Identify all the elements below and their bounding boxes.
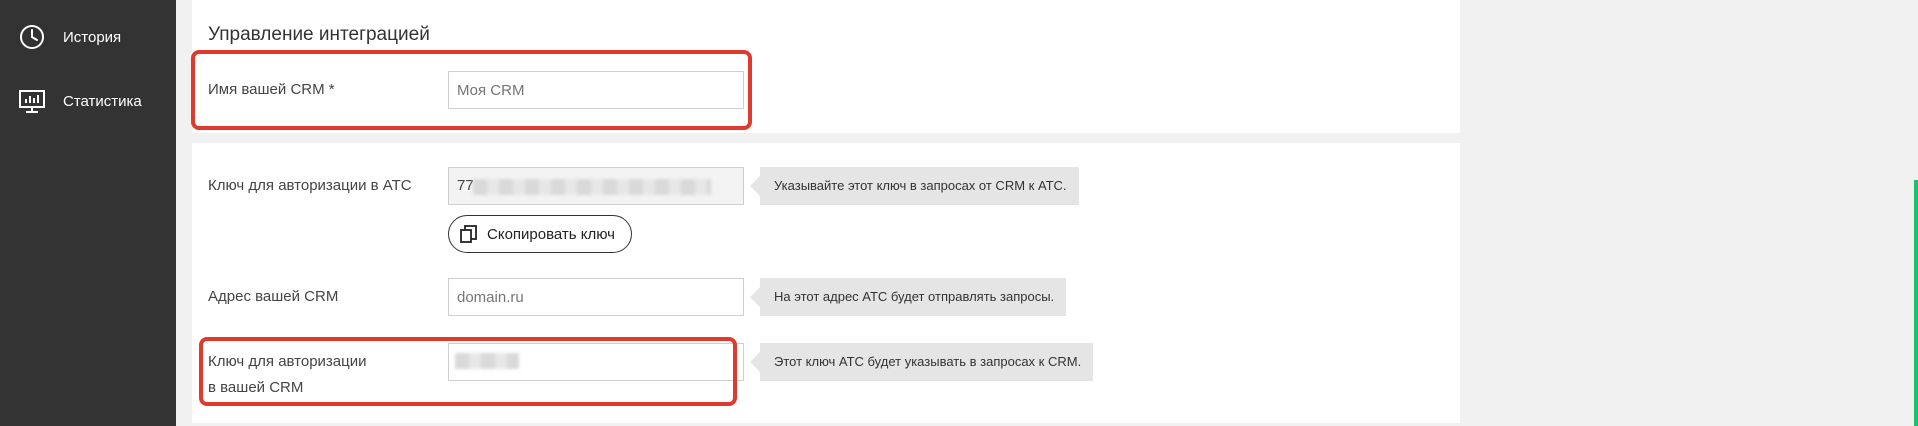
copy-icon [460, 225, 477, 243]
annotation-highlight-crm-key [199, 337, 737, 406]
crm-address-input[interactable] [448, 278, 744, 316]
ats-key-label: Ключ для авторизации в АТС [208, 177, 412, 194]
redacted-key [473, 179, 711, 195]
ats-key-value: 77 [457, 177, 474, 194]
copy-key-button[interactable]: Скопировать ключ [448, 215, 632, 253]
annotation-highlight-crm-name [191, 50, 752, 130]
sidebar-item-label: Статистика [63, 92, 142, 110]
clock-history-icon [20, 25, 44, 49]
sidebar: История Статистика [0, 0, 176, 426]
scrollbar-accent[interactable] [1914, 180, 1918, 426]
crm-key-hint: Этот ключ АТС будет указывать в запросах… [749, 343, 1094, 381]
copy-key-label: Скопировать ключ [487, 225, 615, 243]
ats-key-hint: Указывайте этот ключ в запросах от CRM к… [750, 167, 1079, 205]
crm-address-label: Адрес вашей CRM [208, 288, 339, 305]
section-title: Управление интеграцией [208, 24, 430, 45]
ats-key-field[interactable]: 77 [448, 167, 744, 205]
sidebar-item-history[interactable]: История [0, 17, 176, 57]
monitor-chart-icon [19, 90, 45, 113]
sidebar-item-label: История [63, 28, 122, 46]
crm-address-hint: На этот адрес АТС будет отправлять запро… [749, 278, 1067, 316]
sidebar-item-statistics[interactable]: Статистика [0, 81, 176, 121]
